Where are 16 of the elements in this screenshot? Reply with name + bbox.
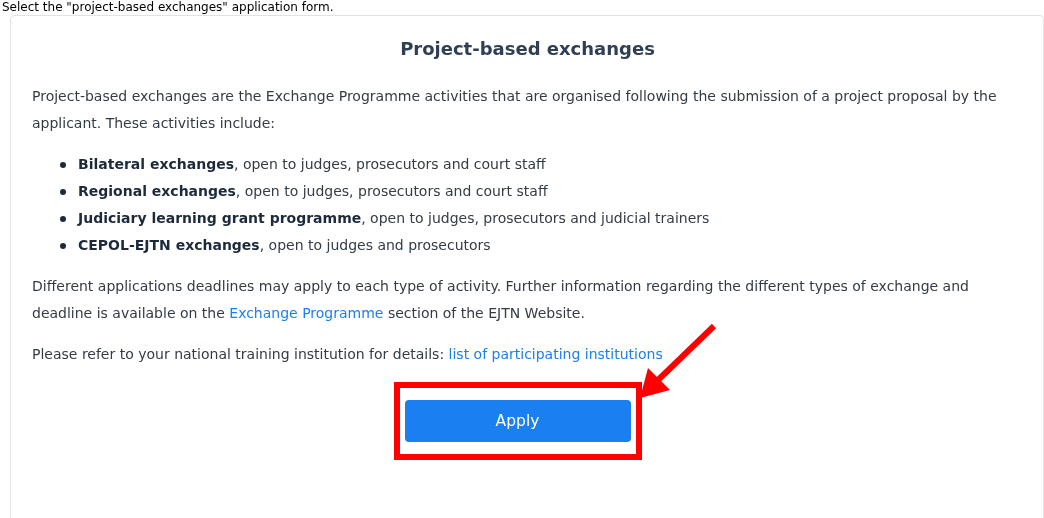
refer-paragraph: Please refer to your national training institution for details: list of participating institutions <box>32 345 664 364</box>
exchange-programme-link[interactable]: Exchange Programme <box>229 305 384 321</box>
card-title: Project-based exchanges <box>399 38 656 59</box>
activity-item: CEPOL-EJTN exchanges, open to judges and prosecutors <box>78 236 491 255</box>
activity-item: Judiciary learning grant programme, open to judges, prosecutors and judicial trainers <box>78 209 710 228</box>
bullet-icon <box>60 188 66 195</box>
activity-item: Bilateral exchanges, open to judges, prosecutors and court staff <box>78 155 546 174</box>
caption-text: Select the "project-based exchanges" application form. <box>1 0 335 15</box>
apply-button[interactable]: Apply <box>404 400 631 442</box>
bullet-icon <box>60 242 66 249</box>
activity-item: Regional exchanges, open to judges, prosecutors and court staff <box>78 182 548 201</box>
bullet-icon <box>60 215 66 222</box>
deadlines-paragraph: Different applications deadlines may apply to each type of activity. Further information regarding the different types of exchange and deadline is available on the Exchange Programme section of the EJTN Website. <box>32 277 970 323</box>
bullet-icon <box>60 161 66 168</box>
intro-paragraph: Project-based exchanges are the Exchange Programme activities that are organised following the submission of a project proposal by the applicant. These activities include: <box>32 87 998 133</box>
institutions-link[interactable]: list of participating institutions <box>448 346 663 362</box>
